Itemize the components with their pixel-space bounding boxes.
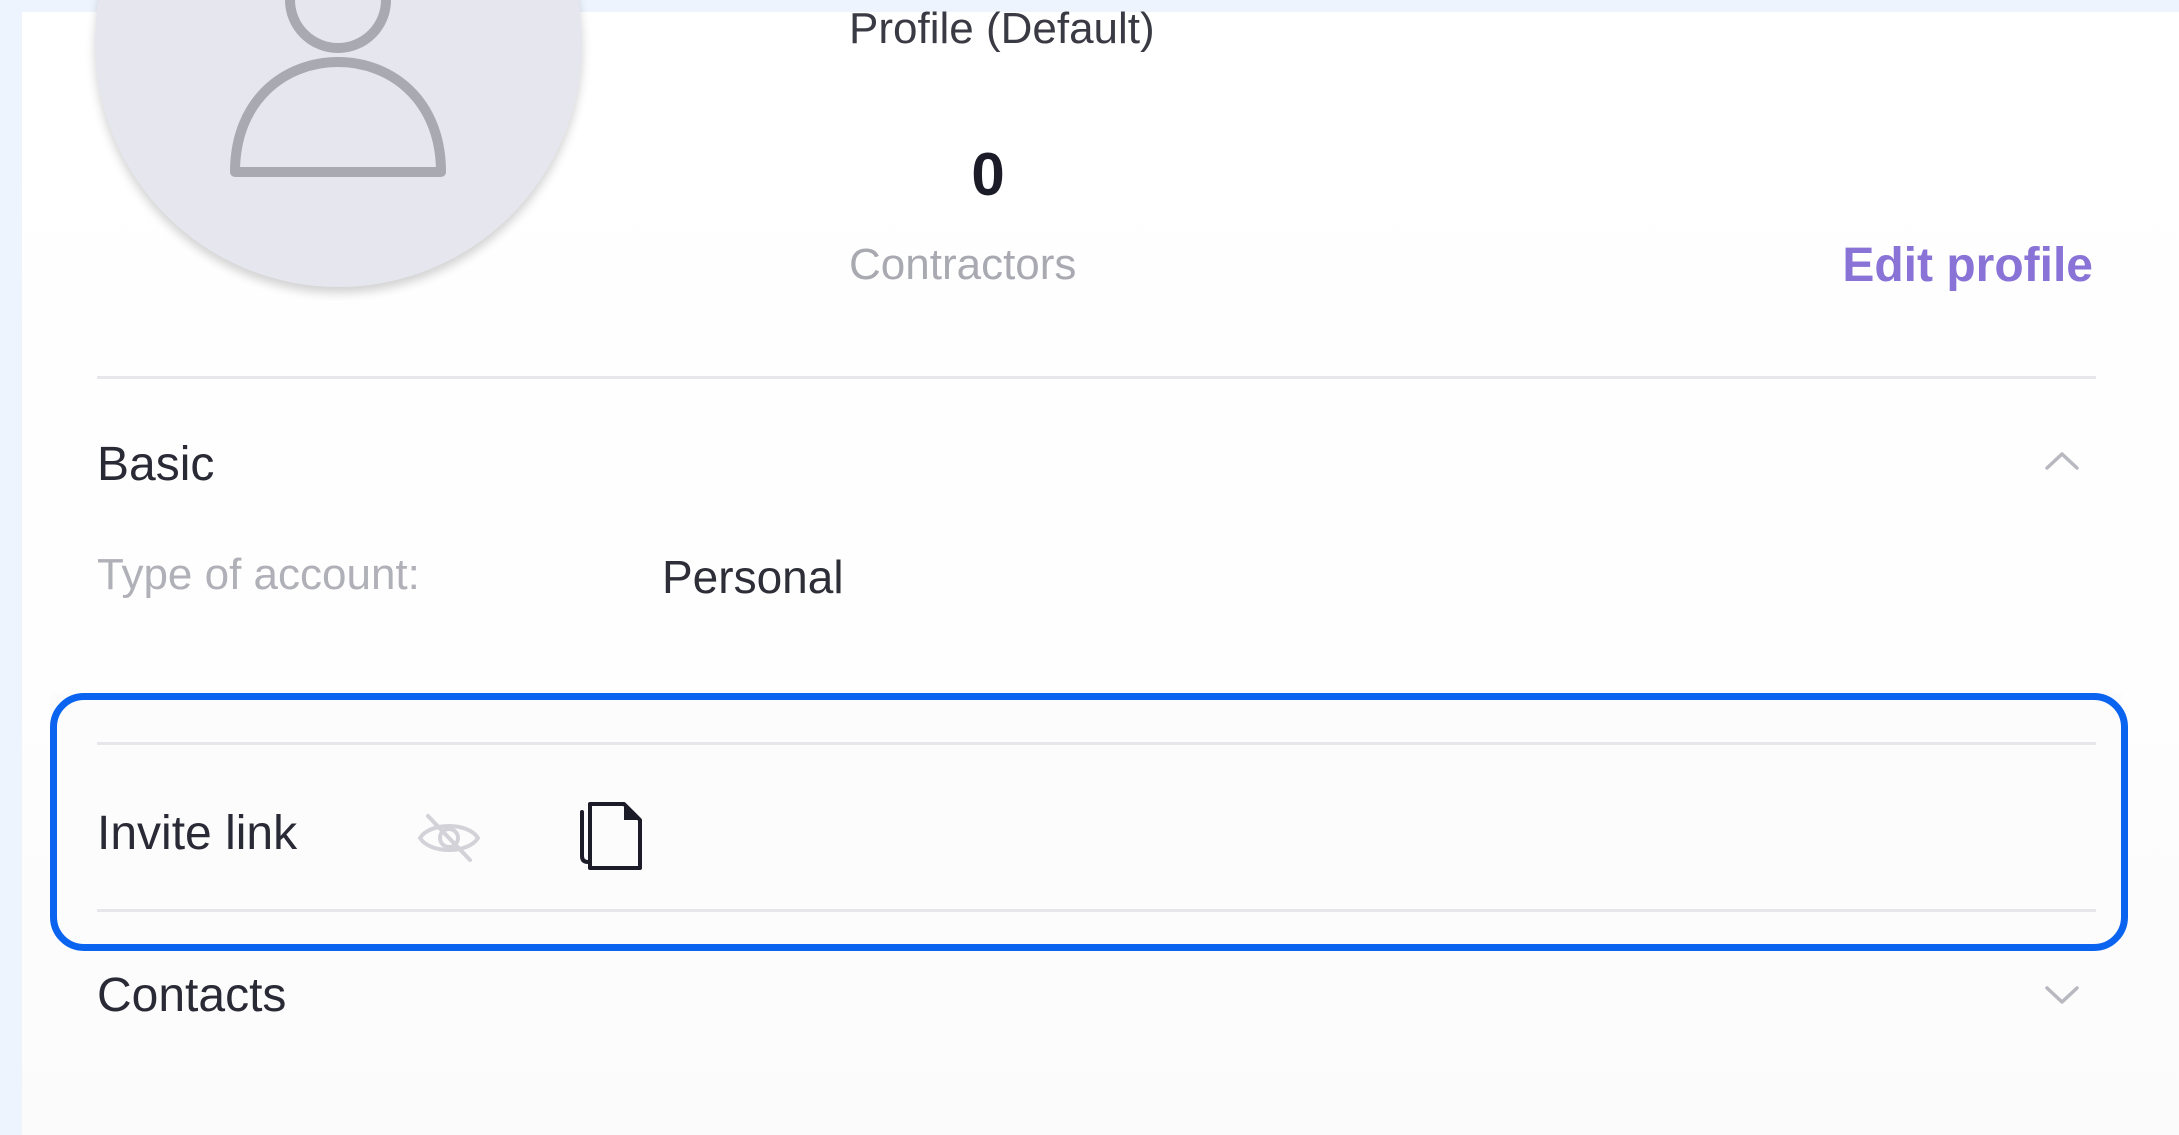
chevron-up-icon[interactable] — [2041, 440, 2083, 482]
profile-name: Profile (Default) — [849, 4, 1155, 53]
user-placeholder-icon — [230, 0, 446, 177]
header-divider — [97, 376, 2096, 379]
account-type-label: Type of account: — [97, 550, 420, 599]
contractors-label: Contractors — [849, 240, 1077, 289]
edit-profile-link[interactable]: Edit profile — [1842, 238, 2093, 293]
chevron-down-icon[interactable] — [2041, 974, 2083, 1016]
contractors-count: 0 — [971, 141, 1005, 208]
section-basic-title[interactable]: Basic — [97, 437, 214, 492]
highlight-box — [50, 693, 2128, 951]
section-contacts-title[interactable]: Contacts — [97, 968, 286, 1023]
account-type-value: Personal — [662, 551, 844, 603]
avatar[interactable] — [95, 0, 582, 287]
